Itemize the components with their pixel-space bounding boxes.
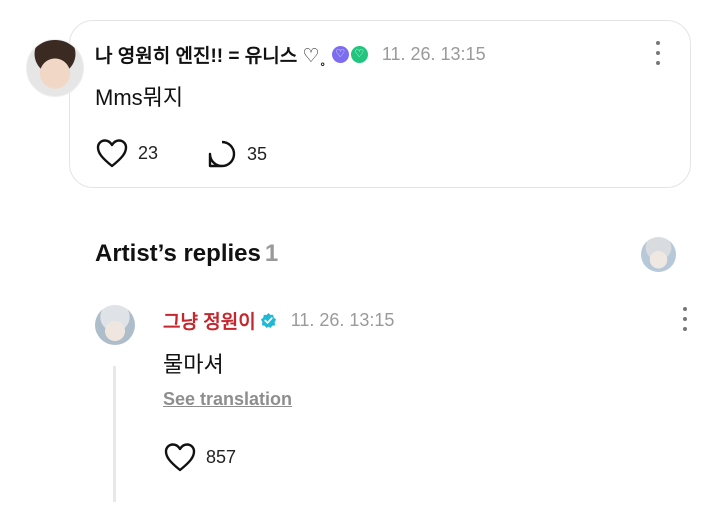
artist-replies-heading: Artist’s replies 1 bbox=[95, 240, 278, 268]
post-badges: ♡ ♡ bbox=[331, 45, 368, 63]
heart-badge-icon: ♡ bbox=[331, 45, 349, 63]
post-timestamp: 11. 26. 13:15 bbox=[381, 43, 486, 64]
heart-icon bbox=[96, 139, 128, 168]
see-translation-link[interactable]: See translation bbox=[163, 389, 292, 410]
thread-line bbox=[113, 366, 116, 502]
reply-like-count: 857 bbox=[206, 446, 237, 467]
post-author-row: 나 영원히 엔진!! = 유니스 ♡˳ ♡ ♡ 11. 26. 13:15 bbox=[95, 41, 486, 68]
post-comment-button[interactable]: 35 bbox=[207, 139, 267, 169]
comment-bubble-icon bbox=[208, 140, 236, 168]
artist-avatar-small[interactable] bbox=[641, 237, 676, 272]
reply-like-button[interactable]: 857 bbox=[164, 442, 236, 472]
artist-replies-count: 1 bbox=[264, 240, 279, 267]
post-comment-count: 35 bbox=[247, 143, 268, 164]
post-text: Mms뭐지 bbox=[95, 85, 184, 110]
reply-more-options-icon[interactable] bbox=[682, 307, 688, 331]
reply-author-name[interactable]: 그냥 정원이 bbox=[163, 307, 256, 334]
post-author-avatar[interactable] bbox=[26, 39, 84, 97]
post-more-options-icon[interactable] bbox=[655, 41, 661, 65]
reply-author-row: 그냥 정원이 11. 26. 13:15 bbox=[163, 307, 395, 334]
heart-badge-icon: ♡ bbox=[350, 45, 368, 63]
reply-author-avatar[interactable] bbox=[95, 305, 135, 345]
verified-badge-icon bbox=[260, 312, 276, 328]
post-author-name[interactable]: 나 영원히 엔진!! = 유니스 ♡˳ bbox=[95, 41, 326, 68]
artist-replies-title: Artist’s replies bbox=[95, 240, 261, 267]
post-like-count: 23 bbox=[138, 142, 159, 163]
reply-timestamp: 11. 26. 13:15 bbox=[290, 309, 395, 330]
post-like-button[interactable]: 23 bbox=[96, 138, 158, 168]
heart-icon bbox=[164, 443, 196, 472]
reply-text: 물마셔 bbox=[163, 352, 224, 377]
